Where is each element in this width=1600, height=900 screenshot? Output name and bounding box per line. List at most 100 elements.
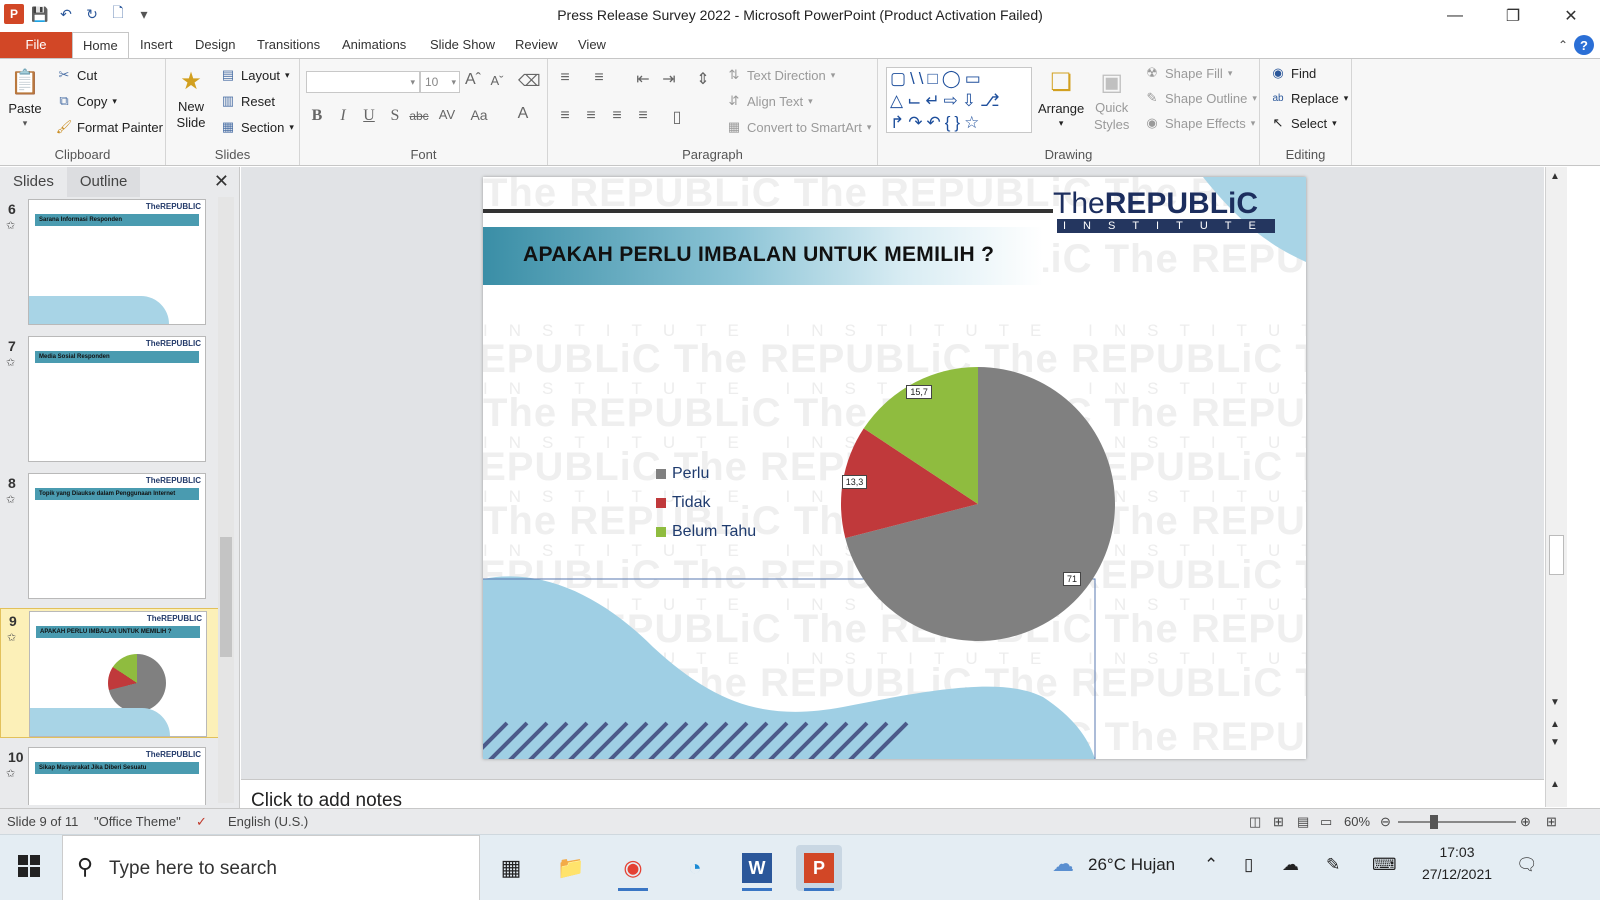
align-text-button[interactable]: ⇵ Align Text ▾ bbox=[726, 93, 813, 109]
close-button[interactable]: ✕ bbox=[1542, 0, 1600, 32]
tab-home[interactable]: Home bbox=[72, 32, 129, 58]
font-color-icon[interactable]: A bbox=[512, 105, 534, 123]
arrange-button[interactable]: ❏ Arrange ▾ bbox=[1038, 65, 1084, 129]
select-button[interactable]: ↖ Select ▾ bbox=[1270, 115, 1337, 131]
zoom-out-icon[interactable]: ⊖ bbox=[1380, 814, 1391, 830]
slide-thumbnail-10[interactable]: 10 ✩ TheREPUBLIC Sikap Masyarakat Jika D… bbox=[0, 745, 220, 805]
pie-chart[interactable] bbox=[483, 177, 1306, 759]
scroll-down-icon[interactable]: ▼ bbox=[1550, 697, 1560, 708]
decrease-indent-icon[interactable]: ⇤ bbox=[632, 69, 654, 89]
tab-slide-show[interactable]: Slide Show bbox=[420, 32, 505, 58]
layout-button[interactable]: ▤ Layout ▾ bbox=[220, 67, 290, 83]
minimize-ribbon-icon[interactable]: ⌃ bbox=[1558, 38, 1568, 52]
shape-outline-button[interactable]: ✎ Shape Outline ▾ bbox=[1144, 90, 1257, 106]
numbering-icon[interactable]: ≡ bbox=[588, 69, 610, 87]
zoom-slider[interactable] bbox=[1398, 815, 1516, 829]
show-hidden-icons-icon[interactable]: ⌃ bbox=[1204, 855, 1218, 875]
copy-button[interactable]: ⧉ Copy ▾ bbox=[56, 93, 117, 109]
language-indicator[interactable]: English (U.S.) bbox=[228, 814, 308, 829]
tab-file[interactable]: File bbox=[0, 32, 72, 58]
canvas-scrollbar[interactable]: ▲ ▼ ▲ ▼ ▲ bbox=[1545, 167, 1567, 807]
slide-show-icon[interactable]: ▭ bbox=[1320, 814, 1332, 830]
slide-thumbnail-7[interactable]: 7 ✩ TheREPUBLIC Media Sosial Responden bbox=[0, 334, 220, 464]
shape-effects-button[interactable]: ◉ Shape Effects ▾ bbox=[1144, 115, 1255, 131]
section-button[interactable]: ▦ Section ▾ bbox=[220, 119, 294, 135]
minimize-button[interactable]: — bbox=[1426, 0, 1484, 32]
slide-thumbnail-9[interactable]: 9 ✩ TheREPUBLIC APAKAH PERLU IMBALAN UNT… bbox=[0, 608, 220, 738]
shapes-gallery[interactable]: ▢\\□◯▭ △⌙↵⇨⇩⎇ ↱↷↶{}☆ bbox=[886, 67, 1032, 133]
tab-view[interactable]: View bbox=[568, 32, 616, 58]
bullets-icon[interactable]: ≡ bbox=[554, 69, 576, 87]
format-painter-button[interactable]: 🖌 Format Painter bbox=[56, 119, 163, 135]
slide[interactable]: The REPUBLiC The REPUBLiC The REPUBLiC T… bbox=[483, 177, 1306, 759]
task-view-icon[interactable]: ▦ bbox=[488, 845, 534, 891]
shape-fill-button[interactable]: ☢ Shape Fill ▾ bbox=[1144, 65, 1232, 81]
edge-icon[interactable]: ◔ bbox=[672, 845, 718, 891]
powerpoint-taskbar-icon[interactable]: P bbox=[796, 845, 842, 891]
next-slide-icon[interactable]: ▼ bbox=[1550, 737, 1560, 748]
clear-formatting-icon[interactable]: ⌫ bbox=[518, 71, 541, 91]
justify-icon[interactable]: ≡ bbox=[632, 107, 654, 125]
columns-icon[interactable]: ▯ bbox=[666, 107, 688, 127]
increase-indent-icon[interactable]: ⇥ bbox=[658, 69, 680, 89]
weather-icon[interactable]: ☁ bbox=[1052, 851, 1074, 877]
word-icon[interactable]: W bbox=[734, 845, 780, 891]
spell-check-icon[interactable]: ✓ bbox=[196, 814, 207, 830]
notifications-icon[interactable]: 🗨 bbox=[1516, 855, 1538, 875]
align-center-icon[interactable]: ≡ bbox=[580, 107, 602, 125]
tab-animations[interactable]: Animations bbox=[332, 32, 416, 58]
system-clock[interactable]: 17:03 27/12/2021 bbox=[1412, 841, 1502, 885]
panel-scroll-thumb[interactable] bbox=[220, 537, 232, 657]
tab-review[interactable]: Review bbox=[505, 32, 568, 58]
grow-font-icon[interactable]: Aˆ bbox=[462, 71, 484, 89]
new-slide-button[interactable]: ★ New Slide bbox=[174, 65, 208, 131]
chrome-icon[interactable]: ◉ bbox=[610, 845, 656, 891]
weather-text[interactable]: 26°C Hujan bbox=[1088, 855, 1175, 875]
zoom-in-icon[interactable]: ⊕ bbox=[1520, 814, 1531, 830]
cut-button[interactable]: ✂ Cut bbox=[56, 67, 98, 83]
tab-outline[interactable]: Outline bbox=[66, 167, 141, 197]
font-size-combo[interactable]: 10 ▾ bbox=[420, 71, 460, 93]
change-case-icon[interactable]: Aa bbox=[468, 107, 490, 123]
close-panel-icon[interactable]: ✕ bbox=[214, 171, 229, 192]
font-family-combo[interactable]: ▾ bbox=[306, 71, 420, 93]
line-spacing-icon[interactable]: ⇕ bbox=[692, 69, 714, 89]
taskbar-search[interactable]: ⚲ Type here to search bbox=[62, 835, 480, 900]
pen-icon[interactable]: ✎ bbox=[1326, 855, 1340, 875]
bold-icon[interactable]: B bbox=[306, 107, 328, 125]
notes-scroll-up-icon[interactable]: ▲ bbox=[1550, 779, 1560, 790]
zoom-slider-thumb[interactable] bbox=[1430, 815, 1438, 829]
windows-start-icon[interactable] bbox=[18, 855, 40, 877]
canvas-scroll-thumb[interactable] bbox=[1549, 535, 1564, 575]
replace-button[interactable]: ab Replace ▾ bbox=[1270, 90, 1348, 106]
reading-view-icon[interactable]: ▤ bbox=[1297, 814, 1309, 830]
find-button[interactable]: ◉ Find bbox=[1270, 65, 1316, 81]
help-icon[interactable]: ? bbox=[1574, 35, 1594, 55]
file-explorer-icon[interactable]: 📁 bbox=[548, 845, 594, 891]
restore-button[interactable]: ❐ bbox=[1484, 0, 1542, 32]
onedrive-icon[interactable]: ☁ bbox=[1282, 855, 1299, 875]
align-right-icon[interactable]: ≡ bbox=[606, 107, 628, 125]
reset-button[interactable]: ▥ Reset bbox=[220, 93, 275, 109]
slide-thumbnail-6[interactable]: 6 ✩ TheREPUBLIC Sarana Informasi Respond… bbox=[0, 197, 220, 327]
underline-icon[interactable]: U bbox=[358, 107, 380, 125]
zoom-level[interactable]: 60% bbox=[1344, 814, 1370, 829]
align-left-icon[interactable]: ≡ bbox=[554, 107, 576, 125]
convert-smartart-button[interactable]: ▦ Convert to SmartArt ▾ bbox=[726, 119, 872, 135]
scroll-up-icon[interactable]: ▲ bbox=[1550, 171, 1560, 182]
slide-sorter-icon[interactable]: ⊞ bbox=[1273, 814, 1284, 830]
notes-pane[interactable]: Click to add notes bbox=[241, 779, 1544, 807]
quick-styles-button[interactable]: ▣ Quick Styles bbox=[1094, 65, 1129, 133]
character-spacing-icon[interactable]: AV bbox=[436, 107, 458, 122]
keyboard-icon[interactable]: ⌨ bbox=[1372, 855, 1397, 875]
device-icon[interactable]: ▯ bbox=[1244, 855, 1253, 875]
tab-transitions[interactable]: Transitions bbox=[247, 32, 330, 58]
text-direction-button[interactable]: ⇅ Text Direction ▾ bbox=[726, 67, 836, 83]
normal-view-icon[interactable]: ◫ bbox=[1249, 814, 1261, 830]
paste-button[interactable]: 📋 Paste ▾ bbox=[8, 65, 42, 129]
fit-to-window-icon[interactable]: ⊞ bbox=[1546, 814, 1557, 830]
panel-scrollbar[interactable] bbox=[218, 197, 234, 803]
shrink-font-icon[interactable]: Aˇ bbox=[486, 73, 508, 88]
strikethrough-icon[interactable]: abc bbox=[408, 109, 430, 123]
tab-insert[interactable]: Insert bbox=[130, 32, 183, 58]
